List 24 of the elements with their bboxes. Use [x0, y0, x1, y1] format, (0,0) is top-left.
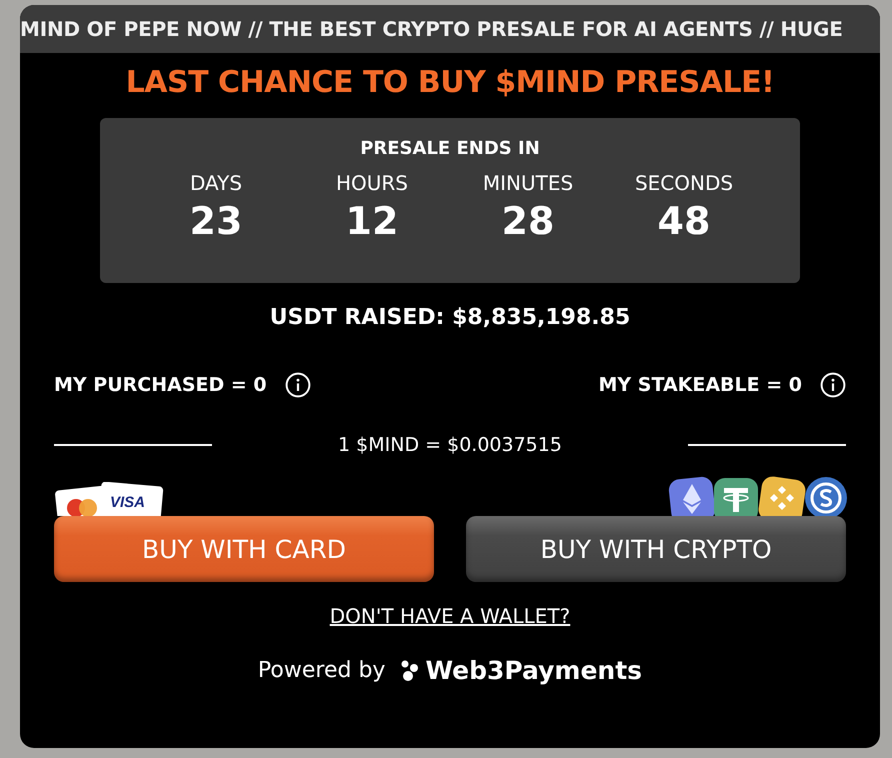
balance-label: MY STAKEABLE = 0: [598, 374, 802, 396]
info-icon[interactable]: [820, 372, 846, 398]
price-text: 1 $MIND = $0.0037515: [338, 434, 562, 456]
unit-value: 12: [346, 199, 398, 243]
countdown-title: PRESALE ENDS IN: [360, 138, 540, 159]
unit-value: 23: [190, 199, 242, 243]
unit-label: HOURS: [336, 171, 408, 195]
unit-value: 48: [658, 199, 710, 243]
buy-button[interactable]: BUY WITH CARD: [54, 516, 434, 582]
brand-name: Web3Payments: [425, 656, 642, 685]
headline: LAST CHANCE TO BUY $MIND PRESALE!: [126, 65, 774, 100]
wallet-link[interactable]: DON'T HAVE A WALLET?: [330, 604, 570, 628]
powered-by-text: Powered by: [258, 658, 386, 683]
dots-logo-icon: [401, 658, 420, 682]
unit-label: SECONDS: [634, 171, 734, 195]
unit-label: DAYS: [190, 171, 242, 195]
unit-label: MINUTES: [482, 171, 574, 195]
info-icon[interactable]: [284, 372, 311, 398]
raised-amount: USDT RAISED: $8,835,198.85: [270, 305, 630, 330]
balance-label: MY PURCHASED = 0: [54, 374, 267, 396]
unit-value: 28: [502, 199, 554, 243]
card-brand-text: VISA: [110, 494, 146, 511]
buy-button[interactable]: BUY WITH CRYPTO: [466, 516, 846, 582]
ticker-text: MIND OF PEPE NOW // THE BEST CRYPTO PRESALE FOR AI AGENTS // HUGE: [20, 17, 843, 41]
